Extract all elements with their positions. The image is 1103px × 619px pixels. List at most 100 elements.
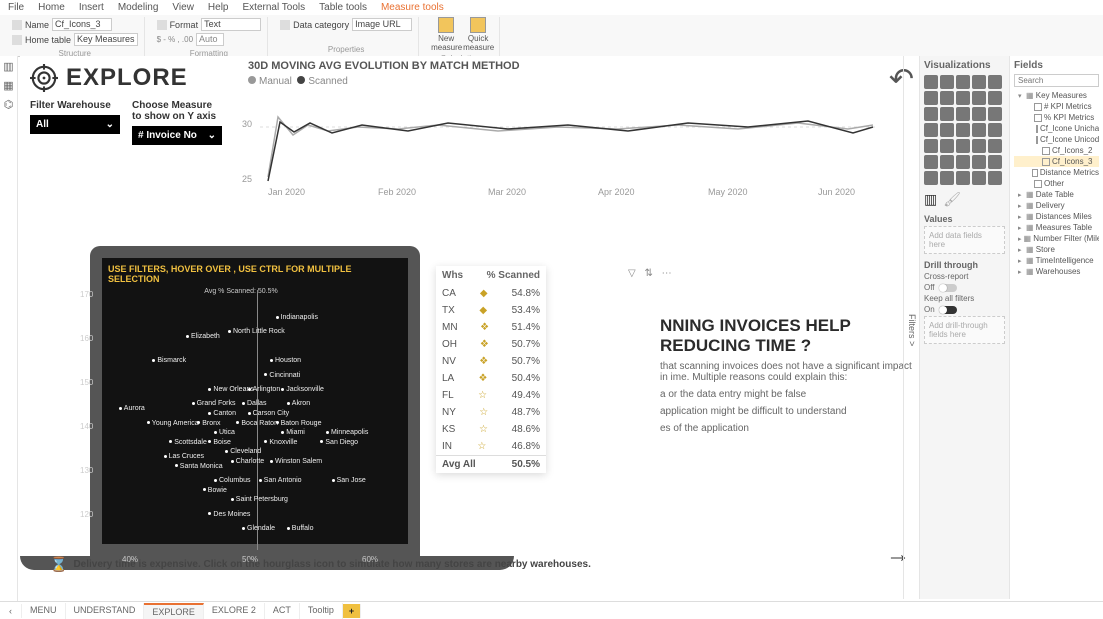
viz-type-icon[interactable] — [988, 107, 1002, 121]
new-measure-button[interactable]: New measure — [431, 17, 461, 52]
keep-filters-toggle[interactable]: Keep all filters — [924, 294, 1005, 303]
name-field[interactable]: Cf_Icons_3 — [52, 18, 112, 31]
city-point[interactable]: Elizabeth — [186, 333, 220, 340]
city-point[interactable]: Indianapolis — [276, 314, 318, 321]
viz-type-icon[interactable] — [956, 155, 970, 169]
city-point[interactable]: Bowie — [203, 487, 227, 494]
table-node[interactable]: ▸Distances Miles — [1014, 211, 1099, 222]
table-row[interactable]: KS☆48.6% — [436, 421, 546, 438]
viz-type-icon[interactable] — [940, 139, 954, 153]
city-point[interactable]: San Antonio — [259, 477, 302, 484]
viz-type-icon[interactable] — [940, 123, 954, 137]
field-node[interactable]: Other — [1014, 178, 1099, 189]
hourglass-icon[interactable]: ⌛ — [50, 556, 67, 573]
table-row[interactable]: IN☆46.8% — [436, 438, 546, 455]
city-point[interactable]: Aurora — [119, 405, 145, 412]
table-node[interactable]: ▾Key Measures — [1014, 90, 1099, 101]
city-point[interactable]: San Diego — [320, 439, 358, 446]
city-point[interactable]: Minneapolis — [326, 429, 368, 436]
city-point[interactable]: Houston — [270, 357, 301, 364]
data-view-icon[interactable]: ▦ — [3, 79, 13, 92]
viz-type-icon[interactable] — [988, 123, 1002, 137]
page-tab[interactable]: Tooltip — [300, 603, 343, 619]
menu-view[interactable]: View — [172, 2, 194, 13]
field-node[interactable]: Cf_Icons_3 — [1014, 156, 1099, 167]
table-node[interactable]: ▸Delivery — [1014, 200, 1099, 211]
viz-type-icon[interactable] — [924, 91, 938, 105]
viz-type-icon[interactable] — [988, 75, 1002, 89]
city-point[interactable]: Canton — [208, 410, 236, 417]
fields-search-input[interactable] — [1014, 74, 1099, 87]
city-point[interactable]: Utica — [214, 429, 235, 436]
toggle-switch[interactable] — [939, 306, 957, 314]
table-row[interactable]: LA❖50.4% — [436, 370, 546, 387]
field-node[interactable]: Cf_Icone Unicode — [1014, 134, 1099, 145]
measure-dropdown[interactable]: # Invoice No⌄ — [132, 126, 222, 145]
city-point[interactable]: Akron — [287, 400, 310, 407]
city-point[interactable]: Young America — [147, 420, 199, 427]
viz-type-icon[interactable] — [972, 139, 986, 153]
city-point[interactable]: Cincinnati — [264, 372, 300, 379]
table-node[interactable]: ▸TimeIntelligence — [1014, 255, 1099, 266]
city-point[interactable]: Santa Monica — [175, 463, 223, 470]
city-point[interactable]: Carson City — [248, 410, 290, 417]
table-row[interactable]: TX◆53.4% — [436, 302, 546, 319]
viz-type-icon[interactable] — [924, 123, 938, 137]
viz-type-icon[interactable] — [972, 155, 986, 169]
field-node[interactable]: Cf_Icone Unichar — [1014, 123, 1099, 134]
table-node[interactable]: ▸Warehouses — [1014, 266, 1099, 277]
table-node[interactable]: ▸Store — [1014, 244, 1099, 255]
city-point[interactable]: Boca Raton — [236, 420, 278, 427]
viz-type-icon[interactable] — [972, 107, 986, 121]
field-node[interactable]: Distance Metrics — [1014, 167, 1099, 178]
city-point[interactable]: Miami — [281, 429, 305, 436]
city-point[interactable]: Charlotte — [231, 458, 264, 465]
city-point[interactable]: Bismarck — [152, 357, 186, 364]
format-symbols[interactable]: $ - % , .00 — [157, 35, 193, 44]
warehouse-dropdown[interactable]: All⌄ — [30, 115, 120, 134]
field-node[interactable]: % KPI Metrics — [1014, 112, 1099, 123]
menu-help[interactable]: Help — [208, 2, 229, 13]
table-node[interactable]: ▸Date Table — [1014, 189, 1099, 200]
model-view-icon[interactable]: ⌬ — [4, 98, 14, 111]
viz-type-icon[interactable] — [956, 75, 970, 89]
city-point[interactable]: Buffalo — [287, 525, 314, 532]
quick-measure-button[interactable]: Quick measure — [463, 17, 493, 52]
city-point[interactable]: Bronx — [197, 420, 220, 427]
viz-type-icon[interactable] — [924, 75, 938, 89]
values-well[interactable]: Add data fields here — [924, 226, 1005, 254]
category-field[interactable]: Image URL — [352, 18, 412, 31]
city-point[interactable]: Cleveland — [225, 448, 261, 455]
city-point[interactable]: Las Cruces — [164, 453, 204, 460]
table-row[interactable]: NY☆48.7% — [436, 404, 546, 421]
table-row[interactable]: MN❖51.4% — [436, 319, 546, 336]
city-point[interactable]: Boise — [208, 439, 231, 446]
line-chart[interactable]: 30D MOVING AVG EVOLUTION BY MATCH METHOD… — [238, 56, 898, 196]
viz-type-icon[interactable] — [972, 91, 986, 105]
viz-type-icon[interactable] — [956, 171, 970, 185]
menu-measure-tools[interactable]: Measure tools — [381, 2, 444, 13]
city-point[interactable]: Columbus — [214, 477, 251, 484]
hometable-field[interactable]: Key Measures — [74, 33, 138, 46]
city-point[interactable]: Knoxville — [264, 439, 297, 446]
page-tab[interactable]: EXLORE 2 — [204, 603, 265, 619]
city-point[interactable]: Jacksonville — [281, 386, 324, 393]
viz-gallery[interactable] — [924, 75, 1005, 185]
format-tab-icon[interactable]: 🖌 — [943, 191, 961, 208]
page-tab[interactable]: EXPLORE — [144, 603, 204, 619]
table-node[interactable]: ▸Number Filter (Miles) — [1014, 233, 1099, 244]
cross-report-toggle[interactable]: Cross-report — [924, 272, 1005, 281]
add-page-button[interactable]: + — [343, 604, 361, 618]
field-node[interactable]: Cf_Icons_2 — [1014, 145, 1099, 156]
filters-pane-collapsed[interactable]: Filters > — [903, 56, 917, 599]
viz-type-icon[interactable] — [940, 91, 954, 105]
toggle-switch[interactable] — [939, 284, 957, 292]
viz-type-icon[interactable] — [988, 155, 1002, 169]
city-point[interactable]: Scottsdale — [169, 439, 207, 446]
viz-type-icon[interactable] — [988, 171, 1002, 185]
scatter-plot[interactable]: Avg % Scanned: 50.5% % Scanned 170160150… — [102, 290, 412, 550]
viz-type-icon[interactable] — [924, 171, 938, 185]
table-row[interactable]: FL☆49.4% — [436, 387, 546, 404]
viz-type-icon[interactable] — [972, 75, 986, 89]
city-point[interactable]: Arlington — [248, 386, 281, 393]
